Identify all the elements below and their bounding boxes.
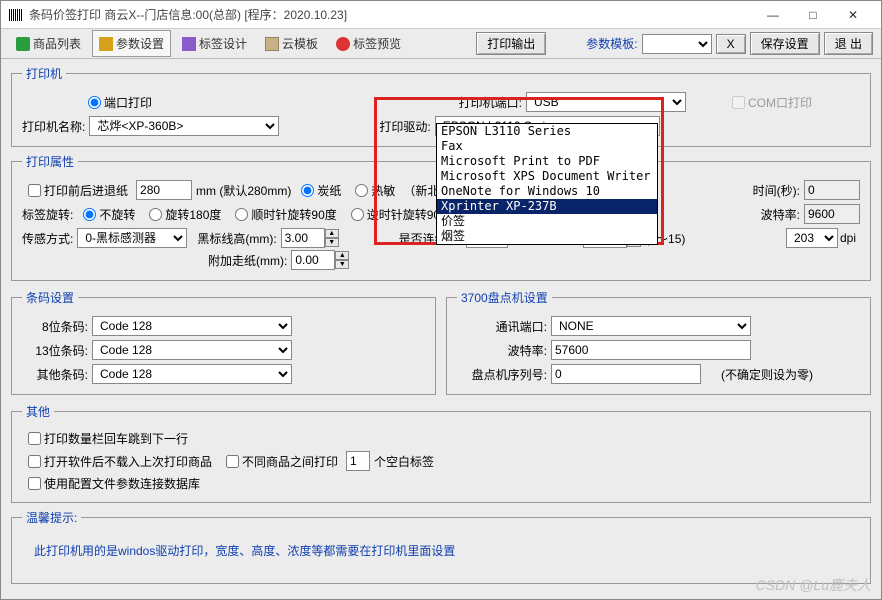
carbon-radio[interactable]	[301, 184, 314, 197]
driver-option[interactable]: 价签	[437, 214, 657, 229]
printer-port-label: 打印机端口:	[459, 94, 522, 111]
barcode-group: 条码设置 8位条码:Code 128 13位条码:Code 128 其他条码:C…	[11, 289, 436, 395]
print-output-button[interactable]: 打印输出	[476, 32, 546, 55]
black-height-spinner[interactable]: ▲▼	[325, 229, 339, 247]
com-print-checkbox	[732, 96, 745, 109]
driver-option[interactable]: 烟签	[437, 229, 657, 244]
print-attrs-legend: 打印属性	[22, 153, 78, 170]
rot-180-radio[interactable]	[149, 208, 162, 221]
black-height-input[interactable]	[281, 228, 325, 248]
titlebar: 条码价签打印 商云X--门店信息:00(总部) [程序：2020.10.23] …	[1, 1, 881, 29]
save-settings-button[interactable]: 保存设置	[750, 32, 820, 55]
extra-feed-input[interactable]	[291, 250, 335, 270]
sensor-select[interactable]: 0-黑标感测器	[77, 228, 187, 248]
barcode-other-select[interactable]: Code 128	[92, 364, 292, 384]
blank-count-input[interactable]	[346, 451, 370, 471]
tab-product-list[interactable]: 商品列表	[9, 30, 88, 57]
extra-feed-spinner[interactable]: ▲▼	[335, 251, 349, 269]
wait-time-input[interactable]	[804, 180, 860, 200]
rot-cw90-radio[interactable]	[235, 208, 248, 221]
tip-group: 温馨提示: 此打印机用的是windos驱动打印，宽度、高度、浓度等都需要在打印机…	[11, 509, 871, 584]
other-legend: 其他	[22, 403, 54, 420]
other-group: 其他 打印数量栏回车跳到下一行 打开软件后不载入上次打印商品 不同商品之间打印 …	[11, 403, 871, 503]
tip-text: 此打印机用的是windos驱动打印，宽度、高度、浓度等都需要在打印机里面设置	[22, 536, 455, 573]
feed-checkbox[interactable]	[28, 184, 41, 197]
driver-option[interactable]: Xprinter XP-237B	[437, 199, 657, 214]
app-window: 条码价签打印 商云X--门店信息:00(总部) [程序：2020.10.23] …	[0, 0, 882, 600]
pda-port-select[interactable]: NONE	[551, 316, 751, 336]
design-icon	[182, 37, 196, 51]
other-cb4[interactable]	[28, 477, 41, 490]
baud-input[interactable]	[804, 204, 860, 224]
driver-dropdown-list[interactable]: EPSON L3110 SeriesFaxMicrosoft Print to …	[436, 123, 658, 245]
driver-option[interactable]: EPSON L3110 Series	[437, 124, 657, 139]
tip-legend: 温馨提示:	[22, 509, 81, 526]
other-cb3[interactable]	[226, 455, 239, 468]
tab-label-preview[interactable]: 标签预览	[329, 30, 408, 57]
window-title: 条码价签打印 商云X--门店信息:00(总部) [程序：2020.10.23]	[29, 6, 753, 23]
printer-port-select[interactable]: USB	[526, 92, 686, 112]
dpi-select[interactable]: 203	[786, 228, 838, 248]
pda-group: 3700盘点机设置 通讯端口:NONE 波特率: 盘点机序列号:(不确定则设为零…	[446, 289, 871, 395]
rot-none-radio[interactable]	[83, 208, 96, 221]
pda-seq-input[interactable]	[551, 364, 701, 384]
book-icon	[265, 37, 279, 51]
other-cb1[interactable]	[28, 432, 41, 445]
barcode-legend: 条码设置	[22, 289, 78, 306]
tab-label-design[interactable]: 标签设计	[175, 30, 254, 57]
pda-legend: 3700盘点机设置	[457, 289, 552, 306]
barcode-icon	[9, 9, 23, 21]
template-label: 参数模板:	[586, 35, 637, 52]
pda-baud-input[interactable]	[551, 340, 751, 360]
close-button[interactable]: ✕	[833, 8, 873, 22]
lightning-icon	[99, 37, 113, 51]
watermark: CSDN @Lu鹿夫人	[756, 575, 871, 595]
template-x-button[interactable]: X	[716, 34, 746, 54]
template-select[interactable]	[642, 34, 712, 54]
feed-value-input[interactable]	[136, 180, 192, 200]
driver-option[interactable]: OneNote for Windows 10	[437, 184, 657, 199]
exit-button[interactable]: 退 出	[824, 32, 873, 55]
minimize-button[interactable]: —	[753, 8, 793, 22]
list-icon	[16, 37, 30, 51]
printer-legend: 打印机	[22, 65, 66, 82]
barcode8-select[interactable]: Code 128	[92, 316, 292, 336]
maximize-button[interactable]: □	[793, 8, 833, 22]
driver-option[interactable]: Fax	[437, 139, 657, 154]
tab-param-settings[interactable]: 参数设置	[92, 30, 171, 57]
preview-icon	[336, 37, 350, 51]
rot-ccw90-radio[interactable]	[351, 208, 364, 221]
printer-name-select[interactable]: 芯烨<XP-360B>	[89, 116, 279, 136]
thermal-radio[interactable]	[355, 184, 368, 197]
driver-option[interactable]: Microsoft Print to PDF	[437, 154, 657, 169]
driver-option[interactable]: Microsoft XPS Document Writer	[437, 169, 657, 184]
port-print-radio[interactable]	[88, 96, 101, 109]
tab-cloud-template[interactable]: 云模板	[258, 30, 325, 57]
toolbar: 商品列表 参数设置 标签设计 云模板 标签预览 打印输出 参数模板: X 保存设…	[1, 29, 881, 59]
printer-name-label: 打印机名称:	[22, 118, 85, 135]
other-cb2[interactable]	[28, 455, 41, 468]
printer-driver-label: 打印驱动:	[379, 118, 430, 135]
barcode13-select[interactable]: Code 128	[92, 340, 292, 360]
